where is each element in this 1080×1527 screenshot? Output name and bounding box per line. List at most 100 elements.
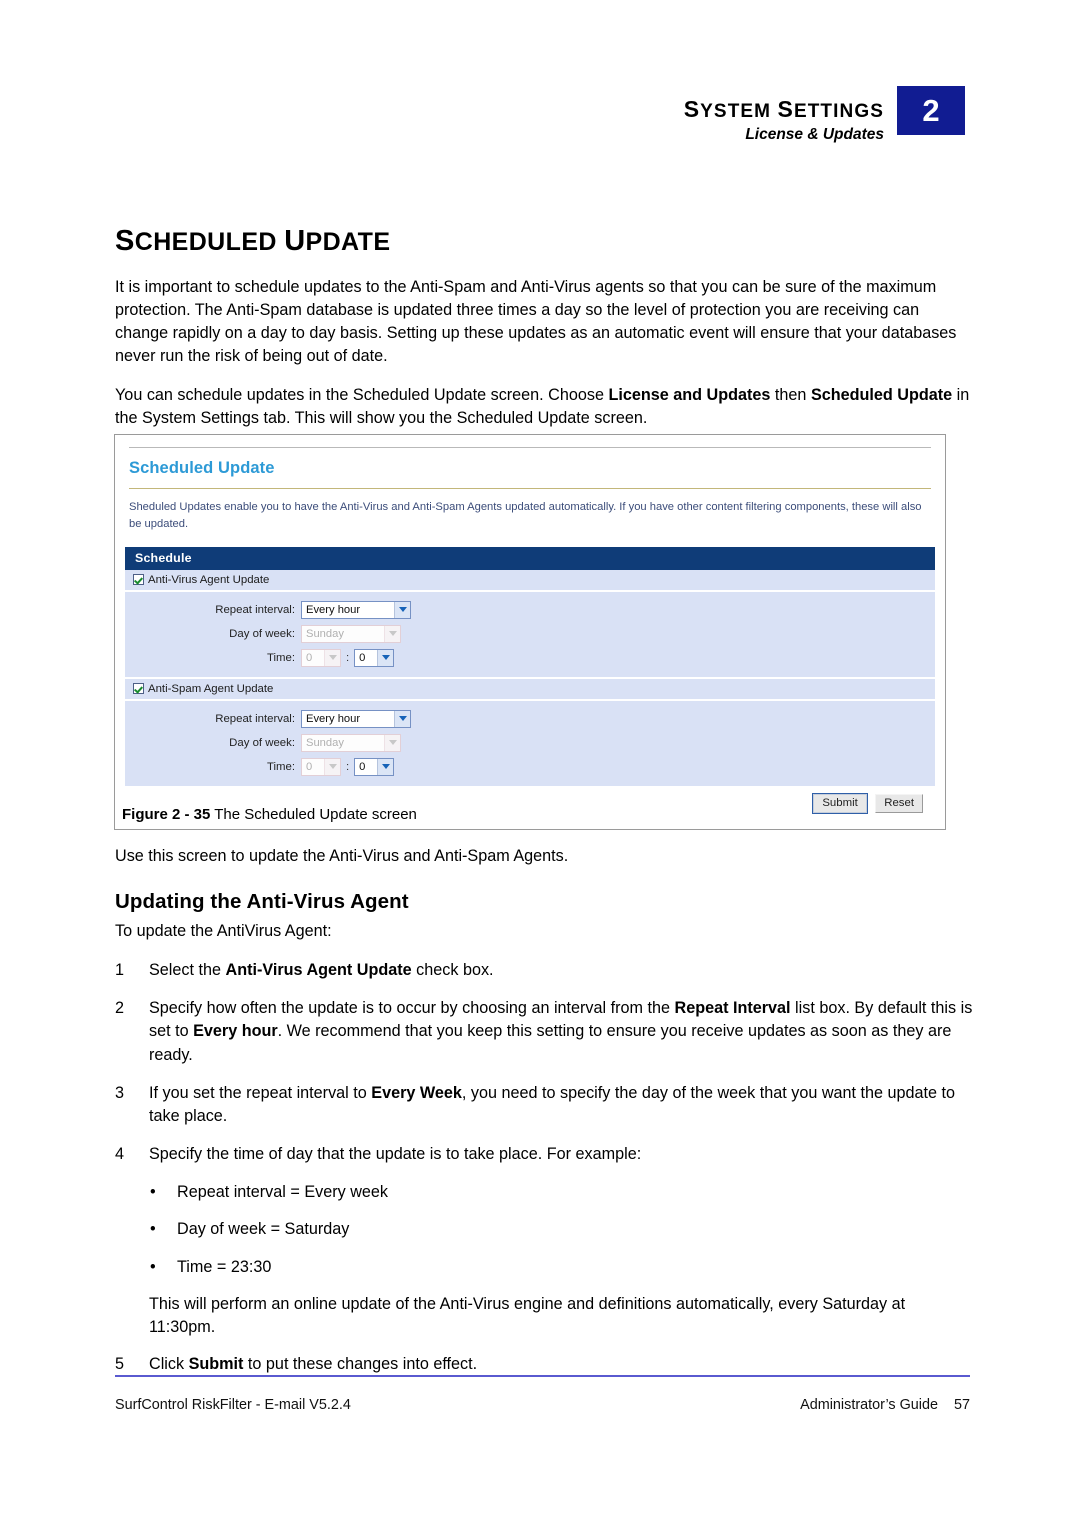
step-5-body: Click Submit to put these changes into e…: [149, 1353, 973, 1376]
antispam-time-separator: :: [346, 760, 350, 773]
antivirus-day-of-week-select: Sunday: [301, 624, 401, 643]
header-text-block: System Settings License & Updates: [684, 86, 897, 144]
list-item: • Day of week = Saturday: [115, 1218, 973, 1241]
antivirus-time-row: Time: 0 : 0: [125, 646, 935, 670]
step-3-number: 3: [115, 1083, 125, 1102]
schedule-section-header: Schedule: [125, 546, 935, 570]
antivirus-day-of-week-label: Day of week:: [229, 627, 295, 640]
step-1-bold: Anti-Virus Agent Update: [225, 961, 412, 980]
step-4: 4 Specify the time of day that the updat…: [115, 1143, 973, 1166]
antivirus-time-separator: :: [346, 651, 350, 664]
checkbox-checked-icon[interactable]: [133, 683, 144, 695]
antispam-time-row: Time: 0 : 0: [125, 755, 935, 779]
antivirus-day-of-week-value: Sunday: [306, 627, 344, 640]
chapter-number-badge: 2: [897, 86, 965, 135]
para2-part2: then: [770, 385, 811, 404]
step-4-number: 4: [115, 1145, 125, 1164]
step-3-body: If you set the repeat interval to Every …: [149, 1082, 973, 1128]
header-chapter-title: System Settings: [683, 96, 884, 122]
example-bullet-list: • Repeat interval = Every week • Day of …: [115, 1181, 973, 1278]
antispam-agent-update-checkbox-row[interactable]: Anti-Spam Agent Update: [125, 678, 935, 701]
step-3-bold-every-week: Every Week: [371, 1083, 462, 1102]
main-content: Scheduled Update It is important to sche…: [115, 225, 970, 430]
antivirus-time-minute-select[interactable]: 0: [354, 648, 395, 667]
page-header: System Settings License & Updates 2: [684, 86, 965, 144]
step-1-number: 1: [115, 961, 125, 980]
chevron-down-icon[interactable]: [377, 758, 394, 775]
step-1-pre: Select the: [149, 961, 226, 980]
antivirus-time-minute-value: 0: [359, 651, 366, 664]
step-2: 2 Specify how often the update is to occ…: [115, 997, 973, 1066]
chevron-down-icon[interactable]: [377, 649, 394, 666]
page-footer: SurfControl RiskFilter - E-mail V5.2.4 A…: [115, 1397, 970, 1413]
para2-part1: You can schedule updates in the Schedule…: [115, 385, 609, 404]
antivirus-repeat-interval-row: Repeat interval: Every hour: [125, 598, 935, 622]
schedule-panel: Anti-Virus Agent Update Repeat interval:…: [125, 569, 935, 786]
antispam-repeat-interval-value: Every hour: [306, 712, 361, 725]
chevron-down-icon: [324, 758, 340, 775]
chevron-down-icon: [324, 649, 340, 666]
footer-product-name: SurfControl RiskFilter - E-mail V5.2.4: [115, 1397, 351, 1413]
figure-caption-text: The Scheduled Update screen: [214, 806, 417, 823]
antivirus-repeat-interval-label: Repeat interval:: [215, 603, 295, 616]
bullet-dot-icon: •: [150, 1257, 156, 1276]
antivirus-time-hour-select: 0: [301, 648, 341, 667]
antispam-time-label: Time:: [266, 760, 295, 773]
chevron-down-icon[interactable]: [394, 710, 410, 727]
bullet-2-text: Day of week = Saturday: [177, 1220, 350, 1239]
footer-right-block: Administrator’s Guide 57: [800, 1397, 970, 1413]
antispam-day-of-week-label: Day of week:: [229, 736, 295, 749]
footer-divider: [115, 1375, 970, 1377]
antivirus-time-label: Time:: [266, 651, 295, 664]
antispam-fields-group: Repeat interval: Every hour Day of week:…: [125, 700, 935, 786]
checkbox-checked-icon[interactable]: [133, 574, 144, 586]
figure-follow-text: Use this screen to update the Anti-Virus…: [115, 847, 569, 865]
para2-bold-license-updates: License and Updates: [608, 385, 771, 404]
antivirus-agent-update-checkbox-row[interactable]: Anti-Virus Agent Update: [125, 569, 935, 592]
step-5-pre: Click: [149, 1355, 189, 1374]
bullet-1-text: Repeat interval = Every week: [177, 1183, 388, 1202]
step-2-number: 2: [115, 999, 125, 1018]
step-2-bold-every-hour: Every hour: [193, 1022, 278, 1041]
procedure-heading: Updating the Anti-Virus Agent: [115, 890, 409, 913]
antispam-repeat-interval-label: Repeat interval:: [215, 712, 295, 725]
antivirus-fields-group: Repeat interval: Every hour Day of week:…: [125, 591, 935, 679]
step-4-body: Specify the time of day that the update …: [149, 1145, 642, 1164]
step-1-post: check box.: [411, 961, 494, 980]
procedure-intro: To update the AntiVirus Agent:: [115, 922, 332, 940]
screen-description: Sheduled Updates enable you to have the …: [129, 501, 922, 531]
chevron-down-icon: [384, 625, 400, 642]
list-item: • Time = 23:30: [115, 1256, 973, 1279]
antivirus-day-of-week-row: Day of week: Sunday: [125, 622, 935, 646]
footer-page-number: 57: [953, 1397, 970, 1413]
step-5: 5 Click Submit to put these changes into…: [115, 1353, 973, 1376]
bullet-dot-icon: •: [150, 1220, 156, 1239]
chevron-down-icon[interactable]: [394, 601, 410, 618]
page-title: Scheduled Update: [115, 225, 391, 257]
app-screen: Scheduled Update Sheduled Updates enable…: [115, 447, 945, 821]
figure-screenshot-scheduled-update: Scheduled Update Sheduled Updates enable…: [114, 434, 946, 830]
antispam-time-hour-select: 0: [301, 757, 341, 776]
antispam-time-minute-value: 0: [359, 760, 366, 773]
antispam-time-minute-select[interactable]: 0: [354, 757, 395, 776]
step-3-pre: If you set the repeat interval to: [149, 1083, 372, 1102]
para2-bold-scheduled-update: Scheduled Update: [810, 385, 953, 404]
antivirus-repeat-interval-value: Every hour: [306, 603, 361, 616]
figure-caption: Figure 2 - 35 The Scheduled Update scree…: [122, 806, 417, 823]
reset-button[interactable]: Reset: [875, 793, 923, 813]
submit-button[interactable]: Submit: [812, 792, 868, 814]
antivirus-repeat-interval-select[interactable]: Every hour: [301, 600, 411, 619]
antispam-repeat-interval-select[interactable]: Every hour: [301, 709, 411, 728]
antivirus-agent-update-label: Anti-Virus Agent Update: [148, 573, 270, 586]
intro-paragraph-1: It is important to schedule updates to t…: [115, 278, 957, 366]
screen-heading: Scheduled Update: [129, 459, 275, 477]
antispam-day-of-week-select: Sunday: [301, 733, 401, 752]
step-2-bold-repeat-interval: Repeat Interval: [674, 999, 791, 1018]
chevron-down-icon: [384, 734, 400, 751]
procedure-note: This will perform an online update of th…: [149, 1294, 906, 1336]
bullet-3-text: Time = 23:30: [177, 1257, 272, 1276]
intro-paragraph-2: You can schedule updates in the Schedule…: [115, 384, 970, 430]
antispam-repeat-interval-row: Repeat interval: Every hour: [125, 707, 935, 731]
antispam-agent-update-label: Anti-Spam Agent Update: [148, 682, 274, 695]
step-1: 1 Select the Anti-Virus Agent Update che…: [115, 959, 973, 982]
